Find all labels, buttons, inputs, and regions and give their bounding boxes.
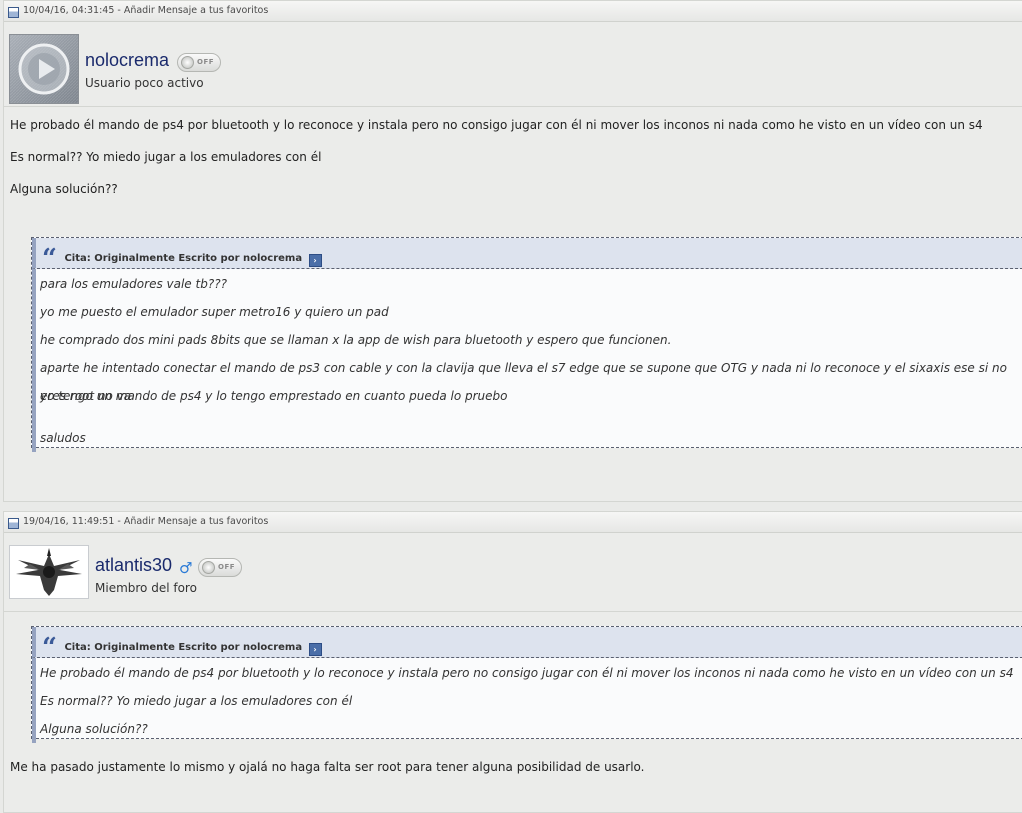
status-text: OFF bbox=[197, 58, 215, 66]
quote-body: He probado él mando de ps4 por bluetooth… bbox=[32, 658, 1022, 743]
avatar-play-icon bbox=[10, 35, 78, 103]
quote-line: saludos bbox=[40, 431, 86, 445]
post-header: 19/04/16, 11:49:51 - Añadir Mensaje a tu… bbox=[4, 512, 1022, 533]
avatar[interactable] bbox=[9, 34, 79, 104]
male-icon: ♂ bbox=[179, 559, 193, 577]
user-title: Miembro del foro bbox=[95, 581, 197, 595]
quote-line: he comprado dos mini pads 8bits que se l… bbox=[40, 333, 672, 347]
username[interactable]: atlantis30 bbox=[95, 555, 172, 576]
quote-mark-icon: “ bbox=[42, 244, 57, 274]
post-message: Me ha pasado justamente lo mismo y ojalá… bbox=[10, 759, 1022, 775]
quote-header: “ Cita: Originalmente Escrito por nolocr… bbox=[32, 238, 1022, 274]
post-icon bbox=[8, 517, 19, 529]
quote-body: para los emuladores vale tb??? yo me pue… bbox=[32, 269, 1022, 452]
post-header: 10/04/16, 04:31:45 - Añadir Mensaje a tu… bbox=[4, 1, 1022, 22]
quote-line: Es normal?? Yo miedo jugar a los emulado… bbox=[40, 694, 353, 708]
avatar[interactable] bbox=[9, 545, 89, 599]
post-message: He probado él mando de ps4 por bluetooth… bbox=[10, 117, 1022, 197]
post-date-favorites[interactable]: 10/04/16, 04:31:45 - Añadir Mensaje a tu… bbox=[23, 1, 268, 21]
user-info: nolocrema OFF Usuario poco activo bbox=[4, 22, 1022, 107]
go-to-post-icon[interactable]: › bbox=[308, 643, 322, 656]
avatar-winged-creature-icon bbox=[16, 548, 82, 596]
status-text: OFF bbox=[218, 563, 236, 571]
message-line: He probado él mando de ps4 por bluetooth… bbox=[10, 118, 983, 132]
quote-line: Alguna solución?? bbox=[40, 722, 148, 736]
message-line: Me ha pasado justamente lo mismo y ojalá… bbox=[10, 760, 645, 774]
status-badge: OFF bbox=[198, 558, 242, 577]
quote-block: “ Cita: Originalmente Escrito por nolocr… bbox=[31, 237, 1022, 452]
quote-line: aparte he intentado conectar el mando de… bbox=[40, 361, 1007, 403]
quote-mark-icon: “ bbox=[42, 633, 57, 663]
post-icon bbox=[8, 6, 19, 18]
user-title: Usuario poco activo bbox=[85, 76, 204, 90]
quote-line: He probado él mando de ps4 por bluetooth… bbox=[40, 666, 1014, 680]
quote-line: yo me puesto el emulador super metro16 y… bbox=[40, 305, 389, 319]
power-icon bbox=[202, 561, 215, 574]
quote-line bbox=[40, 410, 1022, 424]
post-date-favorites[interactable]: 19/04/16, 11:49:51 - Añadir Mensaje a tu… bbox=[23, 512, 268, 532]
status-badge: OFF bbox=[177, 53, 221, 72]
power-icon bbox=[181, 56, 194, 69]
post-2: 19/04/16, 11:49:51 - Añadir Mensaje a tu… bbox=[3, 511, 1022, 813]
quote-header: “ Cita: Originalmente Escrito por nolocr… bbox=[32, 627, 1022, 663]
user-info: atlantis30 ♂ OFF Miembro del foro bbox=[4, 533, 1022, 612]
quote-line: yo tengo un mando de ps4 y lo tengo empr… bbox=[40, 389, 508, 403]
go-to-post-icon[interactable]: › bbox=[308, 254, 322, 267]
post-1: 10/04/16, 04:31:45 - Añadir Mensaje a tu… bbox=[3, 0, 1022, 502]
message-line: Alguna solución?? bbox=[10, 182, 118, 196]
username[interactable]: nolocrema bbox=[85, 50, 169, 71]
quote-label: Cita: Originalmente Escrito por nolocrem… bbox=[64, 253, 303, 264]
message-line: Es normal?? Yo miedo jugar a los emulado… bbox=[10, 150, 322, 164]
quote-label: Cita: Originalmente Escrito por nolocrem… bbox=[64, 642, 303, 653]
quote-block: “ Cita: Originalmente Escrito por nolocr… bbox=[31, 626, 1022, 743]
quote-line: para los emuladores vale tb??? bbox=[40, 277, 227, 291]
